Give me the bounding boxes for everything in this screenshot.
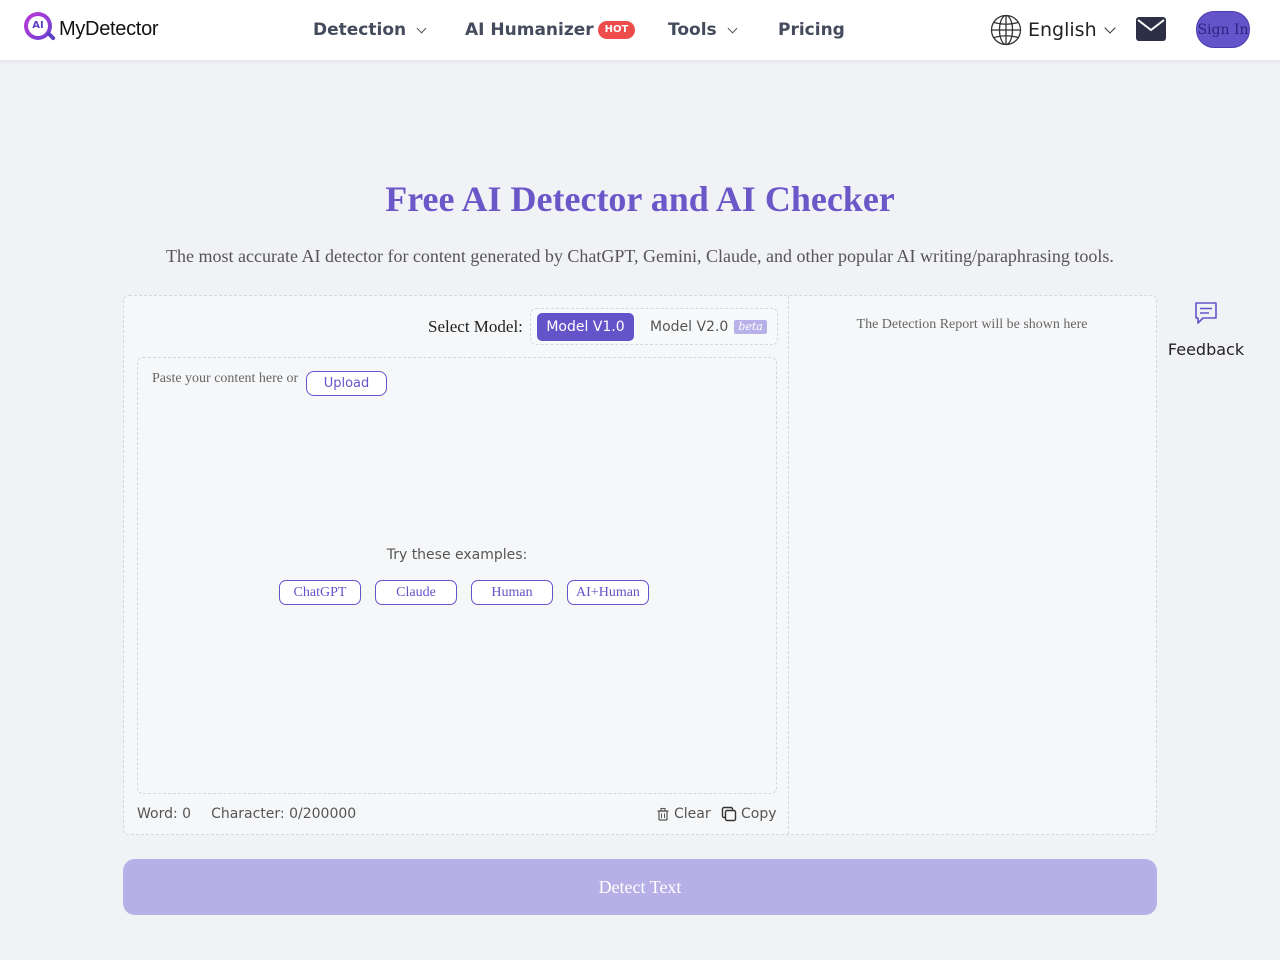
page-title: Free AI Detector and AI Checker xyxy=(385,179,895,219)
nav-detection[interactable]: Detection xyxy=(313,0,427,60)
beta-badge: beta xyxy=(734,320,767,334)
copy-label: Copy xyxy=(741,806,777,822)
word-count: Word: 0 xyxy=(137,806,192,822)
content-placeholder: Paste your content here or xyxy=(152,371,299,386)
model-v2-label: Model V2.0 xyxy=(650,319,729,335)
nav-pricing[interactable]: Pricing xyxy=(778,0,845,60)
globe-icon xyxy=(990,14,1022,46)
copy-button[interactable]: Copy xyxy=(721,806,777,822)
trash-icon xyxy=(657,807,669,821)
upload-button[interactable]: Upload xyxy=(306,371,387,396)
chevron-down-icon xyxy=(727,23,738,33)
clear-button[interactable]: Clear xyxy=(656,806,711,822)
model-switch: Model V1.0 Model V2.0 beta xyxy=(530,308,778,345)
nav-ai-humanizer[interactable]: AI Humanizer HOT xyxy=(465,0,636,60)
logo-badge: AI xyxy=(28,16,48,36)
top-navbar: AI MyDetector Detection AI Humanizer HOT… xyxy=(0,0,1280,60)
page-subtitle: The most accurate AI detector for conten… xyxy=(166,246,1114,266)
sign-in-button[interactable]: Sign In xyxy=(1196,11,1250,48)
feedback-button[interactable]: Feedback xyxy=(1166,300,1246,359)
report-placeholder: The Detection Report will be shown here xyxy=(856,317,1088,332)
mail-icon[interactable] xyxy=(1136,16,1166,42)
logo-text: MyDetector xyxy=(59,17,159,40)
copy-icon xyxy=(721,806,737,822)
nav-pricing-label: Pricing xyxy=(778,20,845,40)
chevron-down-icon xyxy=(416,23,427,33)
nav-ai-humanizer-label: AI Humanizer xyxy=(465,20,594,40)
content-input[interactable]: Paste your content here or Upload Try th… xyxy=(137,357,777,794)
examples-label: Try these examples: xyxy=(386,547,528,563)
panel-divider xyxy=(788,296,789,834)
language-label: English xyxy=(1028,19,1097,41)
detector-panel: Select Model: Model V1.0 Model V2.0 beta… xyxy=(123,295,1157,835)
text-stats: Word: 0 Character: 0/200000 xyxy=(137,806,356,822)
example-chatgpt-button[interactable]: ChatGPT xyxy=(279,580,361,605)
model-v2-option[interactable]: Model V2.0 beta xyxy=(650,313,767,341)
language-selector[interactable]: English xyxy=(990,14,1116,46)
feedback-label: Feedback xyxy=(1167,340,1245,359)
logo-magnifier-icon: AI xyxy=(24,12,56,46)
detect-text-button[interactable]: Detect Text xyxy=(123,859,1157,915)
logo[interactable]: AI MyDetector xyxy=(24,12,159,46)
clear-label: Clear xyxy=(674,806,711,822)
model-label: Select Model: xyxy=(428,317,523,336)
nav-detection-label: Detection xyxy=(313,20,407,40)
hot-badge: HOT xyxy=(597,21,636,39)
nav-tools[interactable]: Tools xyxy=(668,0,738,60)
nav-tools-label: Tools xyxy=(668,20,717,40)
model-v1-option[interactable]: Model V1.0 xyxy=(537,313,634,341)
comment-icon xyxy=(1195,302,1217,324)
example-human-button[interactable]: Human xyxy=(471,580,553,605)
character-count: Character: 0/200000 xyxy=(211,806,357,822)
example-ai-human-button[interactable]: AI+Human xyxy=(567,580,649,605)
example-claude-button[interactable]: Claude xyxy=(375,580,457,605)
chevron-down-icon xyxy=(1103,22,1116,34)
